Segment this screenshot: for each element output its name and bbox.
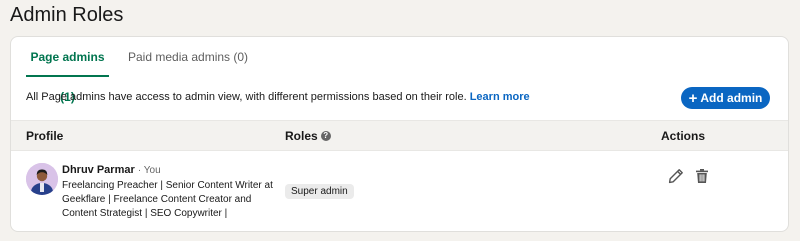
column-header-roles-label: Roles bbox=[285, 129, 318, 143]
admin-headline: Freelancing Preacher | Senior Content Wr… bbox=[62, 180, 273, 219]
plus-icon: + bbox=[688, 89, 698, 107]
page-title: Admin Roles bbox=[10, 4, 124, 26]
tab-page-admins[interactable]: Page admins (1) bbox=[26, 37, 109, 104]
learn-more-link[interactable]: Learn more bbox=[470, 91, 530, 103]
pencil-icon[interactable] bbox=[668, 168, 684, 184]
info-description: All Page admins have access to admin vie… bbox=[26, 91, 467, 103]
column-header-roles: Roles? bbox=[285, 121, 331, 151]
add-admin-button[interactable]: + Add admin bbox=[681, 87, 770, 109]
tab-paid-media-admins-label: Paid media admins (0) bbox=[128, 50, 249, 64]
tab-paid-media-admins[interactable]: Paid media admins (0) bbox=[128, 37, 248, 77]
trash-icon[interactable] bbox=[694, 168, 710, 184]
avatar-image bbox=[26, 163, 58, 195]
info-text: All Page admins have access to admin vie… bbox=[26, 91, 530, 103]
active-tab-indicator bbox=[26, 75, 109, 77]
add-admin-label: Add admin bbox=[700, 91, 763, 105]
you-tag: · You bbox=[137, 165, 161, 176]
table-header: Profile Roles? Actions bbox=[11, 120, 788, 151]
admin-name-line: Dhruv Parmar · You bbox=[62, 164, 161, 176]
column-header-profile: Profile bbox=[26, 129, 64, 143]
admin-name[interactable]: Dhruv Parmar bbox=[62, 164, 135, 176]
admin-roles-card: Page admins (1) Paid media admins (0) Al… bbox=[10, 36, 789, 232]
avatar[interactable] bbox=[26, 163, 58, 195]
tab-bar: Page admins (1) Paid media admins (0) bbox=[11, 37, 788, 104]
role-badge: Super admin bbox=[285, 184, 354, 199]
table-row: Dhruv Parmar · You Freelancing Preacher … bbox=[11, 151, 788, 231]
column-header-actions: Actions bbox=[661, 129, 706, 143]
help-icon[interactable]: ? bbox=[320, 130, 331, 141]
